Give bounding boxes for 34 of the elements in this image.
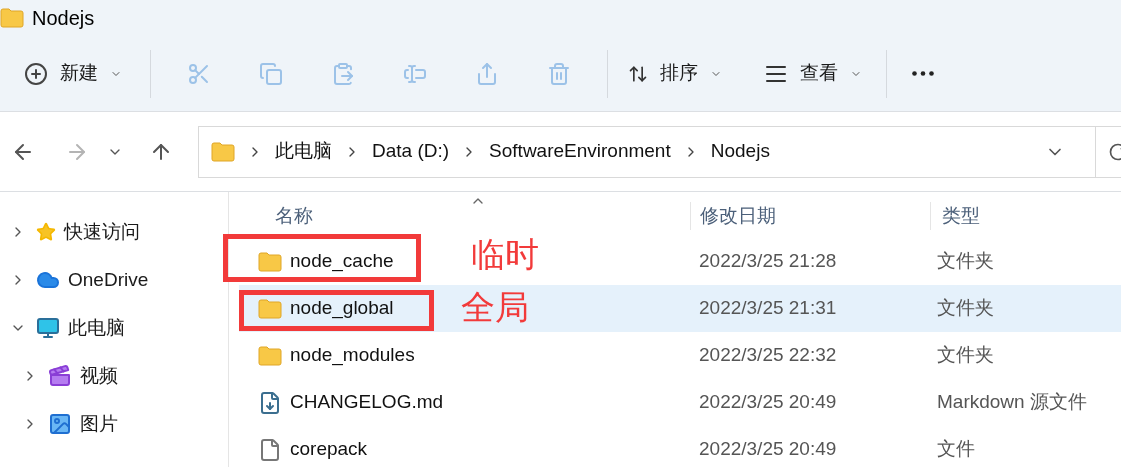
file-name: node_modules [290, 343, 415, 368]
annotation-label: 临时 [471, 237, 539, 271]
breadcrumb[interactable]: 此电脑 [275, 137, 332, 166]
column-header[interactable]: 类型 [930, 201, 1121, 230]
address-bar[interactable]: 此电脑 Data (D:) SoftwareEnvironment Nodejs [198, 125, 1121, 178]
type-cell-text: 文件 [936, 437, 976, 462]
date-cell-text: 2022/3/25 20:49 [698, 390, 838, 415]
file-name: node_global [290, 296, 394, 321]
sidebar-item[interactable]: 此电脑 [0, 304, 228, 352]
view-button[interactable]: 查看 [756, 50, 870, 97]
breadcrumb[interactable]: Nodejs [710, 137, 770, 166]
file-name: node_cache [290, 249, 394, 274]
date-cell-text: 2022/3/25 22:32 [698, 343, 838, 368]
date-cell-text: 2022/3/25 21:31 [698, 296, 838, 321]
sort-button[interactable]: 排序 [620, 50, 730, 97]
type-cell-text: Markdown 源文件 [936, 390, 1088, 415]
column-header[interactable]: 修改日期 [690, 201, 930, 230]
sidebar-item[interactable]: OneDrive [0, 256, 228, 304]
date-cell-text: 2022/3/25 21:28 [698, 249, 838, 274]
type-cell-text: 文件夹 [936, 343, 995, 368]
annotation-label: 全局 [461, 290, 529, 324]
type-cell-text: 文件夹 [936, 249, 995, 274]
type-cell-text: 文件夹 [936, 296, 995, 321]
column-header[interactable]: 名称 [229, 201, 690, 230]
window-title: Nodejs [32, 6, 95, 31]
sidebar-item[interactable]: 快速访问 [0, 208, 228, 256]
file-name: corepack [290, 437, 368, 462]
sidebar-item[interactable]: 视频 [0, 352, 228, 400]
breadcrumb[interactable]: Data (D:) [372, 137, 450, 166]
breadcrumb[interactable]: SoftwareEnvironment [489, 137, 671, 166]
date-cell-text: 2022/3/25 20:49 [698, 437, 838, 462]
file-name: CHANGELOG.md [290, 390, 444, 415]
sidebar-item[interactable]: 图片 [0, 400, 228, 448]
new-button[interactable]: 新建 [20, 50, 126, 97]
